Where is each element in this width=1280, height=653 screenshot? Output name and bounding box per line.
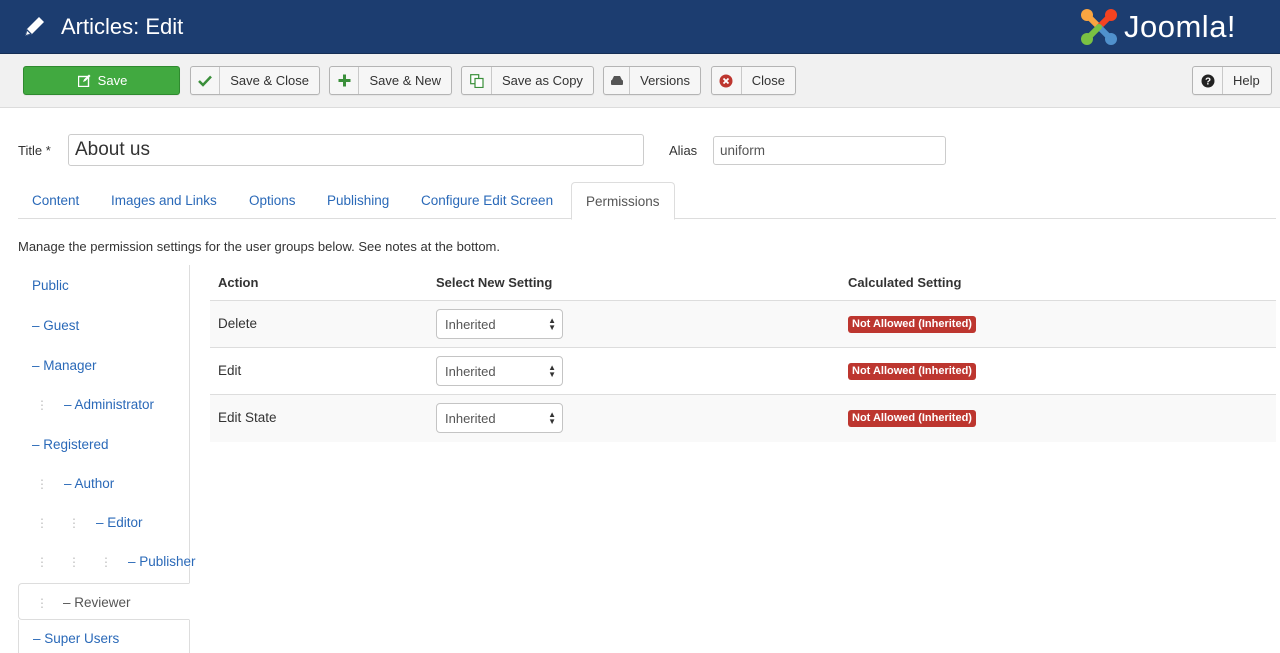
group-item-administrator[interactable]: ⋮ – Administrator [18, 386, 190, 423]
permission-select[interactable]: Inherited ▲ ▼ [436, 356, 563, 386]
save-close-button[interactable]: Save & Close [190, 66, 320, 95]
select-value: Inherited [445, 410, 496, 426]
group-item-manager[interactable]: – Manager [18, 347, 190, 384]
save-label: Save [97, 73, 128, 88]
save-copy-label: Save as Copy [502, 73, 583, 88]
tab-options[interactable]: Options [235, 182, 310, 219]
select-value: Inherited [445, 316, 496, 332]
group-label: – Editor [96, 515, 143, 530]
group-item-registered[interactable]: – Registered [18, 426, 190, 463]
toolbar: Save Save & Close Save & New Save as Cop… [0, 54, 1280, 108]
action-name: Edit State [218, 410, 277, 425]
title-label: Title * [18, 143, 51, 158]
group-label: – Author [64, 476, 115, 491]
save-button[interactable]: Save [23, 66, 180, 95]
tree-indent-guide: ⋮ [36, 516, 48, 530]
action-name: Edit [218, 363, 242, 378]
versions-button[interactable]: Versions [603, 66, 701, 95]
alias-label: Alias [669, 143, 698, 158]
edit-tabs: Content Images and Links Options Publish… [18, 182, 1276, 220]
group-item-publisher[interactable]: ⋮ ⋮ ⋮ – Publisher [18, 543, 196, 580]
select-arrows-icon: ▲ ▼ [548, 316, 556, 332]
group-item-editor[interactable]: ⋮ ⋮ – Editor [18, 504, 190, 541]
joomla-logo[interactable]: Joomla! [1078, 6, 1273, 50]
status-badge: Not Allowed (Inherited) [848, 363, 976, 380]
tree-indent-guide: ⋮ [68, 516, 80, 530]
copy-icon [462, 67, 492, 94]
joomla-logo-icon [1081, 9, 1117, 45]
group-item-guest[interactable]: – Guest [18, 307, 190, 344]
tree-indent-guide: ⋮ [68, 555, 80, 569]
tree-indent-guide: ⋮ [36, 398, 48, 412]
versions-label: Versions [640, 73, 690, 88]
question-icon: ? [1193, 67, 1223, 94]
status-badge: Not Allowed (Inherited) [848, 410, 976, 427]
table-row: Edit Inherited ▲ ▼ Not Allowed (Inherited… [210, 348, 1276, 395]
svg-text:?: ? [1204, 76, 1210, 87]
save-new-label: Save & New [369, 73, 441, 88]
tab-publishing[interactable]: Publishing [313, 182, 403, 219]
column-header-calculated: Calculated Setting [848, 275, 962, 290]
status-badge: Not Allowed (Inherited) [848, 316, 976, 333]
column-header-new-setting: Select New Setting [436, 275, 553, 290]
tab-content[interactable]: Content [18, 182, 93, 219]
table-row: Edit State Inherited ▲ ▼ Not Allowed (Inh… [210, 395, 1276, 442]
table-header: Action Select New Setting Calculated Set… [210, 265, 1276, 301]
save-copy-button[interactable]: Save as Copy [461, 66, 594, 95]
table-row: Delete Inherited ▲ ▼ Not Allowed (Inherit… [210, 301, 1276, 348]
group-item-author[interactable]: ⋮ – Author [18, 465, 190, 502]
select-value: Inherited [445, 363, 496, 379]
group-item-reviewer[interactable]: ⋮ – Reviewer [18, 583, 190, 620]
group-item-public[interactable]: Public [18, 267, 190, 304]
tree-indent-guide: ⋮ [36, 477, 48, 491]
header-bar: Articles: Edit Joomla! [0, 0, 1280, 54]
title-field[interactable]: About us [68, 134, 644, 166]
close-button[interactable]: Close [711, 66, 796, 95]
joomla-logo-text: Joomla! [1124, 9, 1237, 44]
tab-permissions[interactable]: Permissions [571, 182, 675, 220]
tree-indent-guide: ⋮ [36, 555, 48, 569]
tree-indent-guide: ⋮ [100, 555, 112, 569]
check-icon [191, 67, 221, 94]
title-value: About us [75, 139, 150, 160]
cancel-icon [712, 67, 742, 94]
group-label: – Administrator [64, 397, 155, 412]
page-title: Articles: Edit [61, 14, 184, 39]
save-close-label: Save & Close [230, 73, 309, 88]
tab-images-and-links[interactable]: Images and Links [97, 182, 231, 219]
action-name: Delete [218, 316, 258, 331]
edit-icon [76, 67, 94, 94]
close-label: Close [751, 73, 785, 88]
permission-select[interactable]: Inherited ▲ ▼ [436, 403, 563, 433]
pencil-icon [25, 17, 44, 36]
select-arrows-icon: ▲ ▼ [548, 410, 556, 426]
group-label: – Publisher [128, 554, 196, 569]
help-label: Help [1233, 73, 1260, 88]
permissions-intro: Manage the permission settings for the u… [18, 239, 501, 254]
column-header-action: Action [218, 275, 259, 290]
user-group-list: Public – Guest – Manager ⋮ – Administrato… [18, 265, 196, 653]
alias-field[interactable]: uniform [713, 136, 946, 165]
help-button[interactable]: ? Help [1192, 66, 1272, 95]
group-item-super-users[interactable]: – Super Users [18, 620, 190, 653]
group-label: – Reviewer [63, 595, 131, 610]
permission-select[interactable]: Inherited ▲ ▼ [436, 309, 563, 339]
save-new-button[interactable]: Save & New [329, 66, 452, 95]
alias-value: uniform [720, 143, 766, 158]
tab-configure-edit-screen[interactable]: Configure Edit Screen [407, 182, 567, 219]
archive-icon [604, 67, 631, 94]
select-arrows-icon: ▲ ▼ [548, 363, 556, 379]
plus-icon [330, 67, 360, 94]
tree-indent-guide: ⋮ [36, 596, 48, 610]
